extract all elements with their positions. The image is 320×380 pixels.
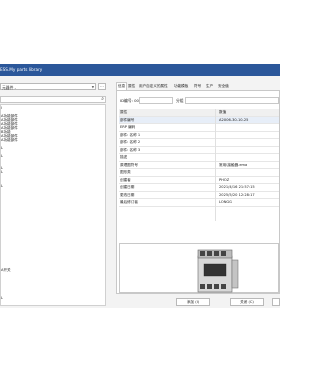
table-row[interactable]: 原理图符号 常用\接触器.ema — [119, 162, 279, 169]
row-name: 原理图符号 — [120, 162, 138, 167]
row-name: ERP 编码 — [120, 125, 136, 129]
combo-value: 元器件 - — [2, 85, 16, 90]
tab-properties[interactable]: 属性 — [127, 82, 136, 90]
table-row[interactable]: 部件编号 A2X06-30-10-25 — [119, 116, 279, 124]
table-row[interactable]: 部件: 名称 1 — [119, 132, 279, 139]
background-area — [0, 308, 280, 380]
row-value[interactable]: 2021/4/16 21:57:15 — [219, 185, 255, 189]
grid-header: 属性 数值 — [119, 109, 279, 117]
tree-item[interactable]: L — [1, 184, 3, 188]
chevron-down-icon[interactable]: ▼ — [92, 85, 94, 89]
tab-strip: 信息 属性 用户自定义的属性 功能模板 符号 生产 安全值 — [116, 82, 280, 90]
tab-safety-values[interactable]: 安全值 — [217, 82, 230, 90]
table-row[interactable]: ERP 编码 — [119, 124, 279, 132]
tree-item[interactable]: L — [1, 170, 3, 174]
tree-item[interactable]: A功能部件 — [1, 138, 18, 142]
table-row[interactable]: 图形类 — [119, 169, 279, 177]
row-value[interactable]: 常用\接触器.ema — [219, 163, 247, 168]
row-name: 最后修订者 — [120, 200, 138, 204]
id-field[interactable] — [139, 97, 173, 104]
info-panel: ID编号: 00 分组 属性 数值 部件编号 A2X06-30-10-25 ER… — [116, 90, 280, 294]
property-grid: 属性 数值 部件编号 A2X06-30-10-25 ERP 编码 部件: 名称 … — [119, 109, 279, 221]
tree-item[interactable]: L — [1, 296, 3, 300]
row-value[interactable]: LONGG — [219, 200, 232, 204]
parts-library-window: 元器件 - ▼ ... ⌕ l A功能部件 A功能部件 A功能部件 A功能部件 … — [0, 76, 280, 308]
tab-production[interactable]: 生产 — [205, 82, 214, 90]
tree-item[interactable]: L — [1, 154, 3, 158]
row-name: 创建日期 — [120, 185, 135, 189]
add-button[interactable]: 添加 (I) — [176, 298, 210, 306]
search-icon[interactable]: ⌕ — [101, 97, 104, 102]
table-row[interactable]: 部件: 名称 3 — [119, 147, 279, 154]
header-row: ID编号: 00 分组 — [119, 97, 279, 105]
row-value[interactable]: 2025/5/20 12:28:17 — [219, 193, 255, 197]
parts-tree[interactable]: l A功能部件 A功能部件 A功能部件 A功能部件 B功能 A功能部件 A功能部… — [0, 104, 106, 306]
title-bar: ESS.My parts library — [0, 64, 280, 76]
row-name: 创建者 — [120, 177, 131, 182]
group-label: 分组 — [176, 98, 184, 103]
row-name: 更改日期 — [120, 192, 135, 197]
table-row[interactable]: 更改日期 2025/5/20 12:28:17 — [119, 192, 279, 199]
browse-button[interactable]: ... — [98, 83, 106, 90]
group-field[interactable] — [185, 97, 279, 104]
row-name: 部件编号 — [120, 117, 135, 122]
column-header-property: 属性 — [120, 110, 128, 114]
row-name: 描述 — [120, 155, 128, 159]
search-input[interactable]: ⌕ — [0, 96, 106, 103]
row-value[interactable]: A2X06-30-10-25 — [219, 118, 248, 122]
window-title: ESS.My parts library — [0, 67, 43, 72]
column-divider[interactable] — [215, 109, 216, 221]
row-name: 部件: 名称 1 — [120, 132, 141, 137]
table-row[interactable]: 部件: 名称 2 — [119, 139, 279, 147]
table-row[interactable]: 描述 — [119, 154, 279, 162]
row-value[interactable]: PHOZ — [219, 178, 229, 182]
table-row[interactable]: 最后修订者 LONGG — [119, 199, 279, 207]
tree-item[interactable]: A开关 — [1, 268, 11, 272]
row-name: 图形类 — [120, 170, 131, 174]
tab-symbol[interactable]: 符号 — [193, 82, 202, 90]
row-name: 部件: 名称 2 — [120, 140, 141, 144]
extra-button[interactable] — [272, 298, 280, 306]
part-preview — [119, 243, 279, 293]
tab-function-template[interactable]: 功能模板 — [173, 82, 189, 90]
tab-info[interactable]: 信息 — [116, 82, 128, 90]
close-button[interactable]: 关闭 (C) — [230, 298, 264, 306]
column-header-value: 数值 — [219, 110, 227, 114]
row-name: 部件: 名称 3 — [120, 147, 141, 152]
tab-user-properties[interactable]: 用户自定义的属性 — [138, 82, 169, 90]
tree-item[interactable]: L — [1, 146, 3, 150]
table-row[interactable]: 创建日期 2021/4/16 21:57:15 — [119, 184, 279, 192]
table-row[interactable]: 创建者 PHOZ — [119, 177, 279, 184]
tree-item[interactable]: l — [1, 106, 2, 110]
contactor-image — [197, 249, 239, 293]
id-label: ID编号: 00 — [120, 98, 139, 103]
library-combo[interactable]: 元器件 - ▼ — [0, 83, 96, 90]
